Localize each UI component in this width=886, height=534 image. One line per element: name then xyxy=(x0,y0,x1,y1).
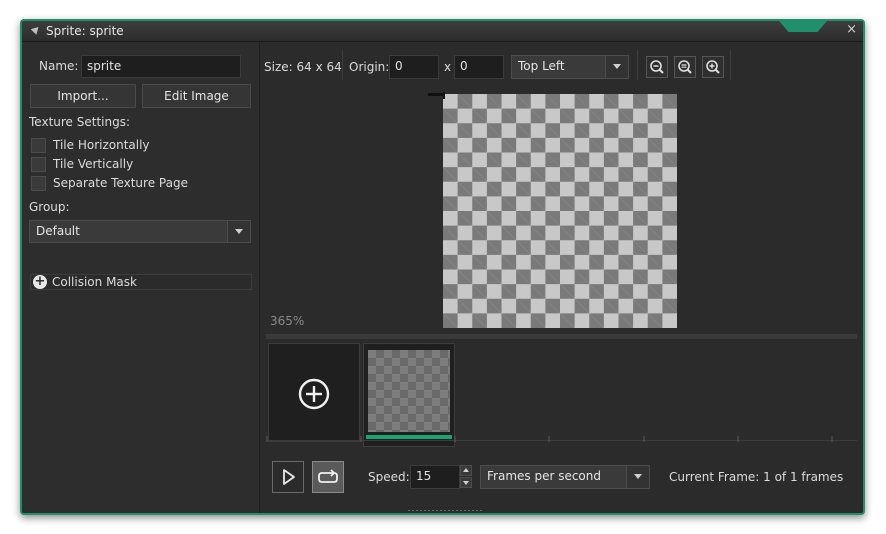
origin-preset-dropdown[interactable]: Top Left xyxy=(511,55,629,79)
speed-label: Speed: xyxy=(368,470,410,484)
origin-marker-horizontal[interactable] xyxy=(428,93,443,96)
zoom-reset-icon xyxy=(678,60,692,74)
loop-toggle-button[interactable] xyxy=(312,461,344,493)
frame-strip xyxy=(266,343,857,451)
origin-separator: x xyxy=(444,60,452,74)
speed-input[interactable]: 15 xyxy=(410,465,460,489)
edit-image-button[interactable]: Edit Image xyxy=(142,84,251,108)
zoom-level: 365% xyxy=(270,314,305,328)
current-frame-readout: Current Frame: 1 of 1 frames xyxy=(669,470,844,484)
tile-vertically-checkbox[interactable] xyxy=(31,157,46,172)
name-input[interactable]: sprite xyxy=(81,55,241,78)
play-button[interactable] xyxy=(272,461,304,493)
origin-marker-vertical[interactable] xyxy=(443,92,445,99)
properties-panel: Name: sprite Import... Edit Image Textur… xyxy=(22,42,260,513)
collision-mask-label: Collision Mask xyxy=(52,275,137,289)
timeline-ticks xyxy=(266,436,833,442)
sprite-toolbar: Size: 64 x 64 Origin: 0 x 0 Top Left xyxy=(260,42,863,92)
frame-thumbnail[interactable] xyxy=(363,343,455,447)
speed-increment-icon[interactable] xyxy=(460,465,472,476)
canvas-scrollbar[interactable] xyxy=(266,334,857,339)
separate-texture-page-label: Separate Texture Page xyxy=(53,176,188,190)
origin-label: Origin: xyxy=(349,60,390,74)
zoom-in-icon xyxy=(706,60,720,74)
name-label: Name: xyxy=(39,59,79,73)
window-title: Sprite: sprite xyxy=(46,24,124,38)
close-icon[interactable]: × xyxy=(846,23,857,37)
speed-stepper[interactable] xyxy=(460,465,474,489)
play-icon xyxy=(283,469,295,485)
divider xyxy=(342,50,343,80)
chevron-down-icon[interactable] xyxy=(227,221,250,242)
origin-y-input[interactable]: 0 xyxy=(454,55,504,79)
texture-settings-heading: Texture Settings: xyxy=(29,115,131,129)
frame-preview xyxy=(368,350,450,432)
import-button[interactable]: Import... xyxy=(30,84,136,108)
resize-grip[interactable] xyxy=(407,509,482,512)
tile-horizontally-label: Tile Horizontally xyxy=(53,138,150,152)
separate-texture-page-checkbox[interactable] xyxy=(31,176,46,191)
zoom-in-button[interactable] xyxy=(702,56,724,78)
title-tab: Sprite: sprite xyxy=(22,21,802,41)
sprite-canvas[interactable]: 365% xyxy=(260,92,863,332)
zoom-reset-button[interactable] xyxy=(674,56,696,78)
group-label: Group: xyxy=(29,200,70,214)
add-frame-button[interactable] xyxy=(268,343,360,442)
speed-unit-dropdown[interactable]: Frames per second xyxy=(480,465,650,489)
speed-decrement-icon[interactable] xyxy=(460,477,472,488)
origin-x-input[interactable]: 0 xyxy=(389,55,439,79)
loop-icon xyxy=(318,469,338,483)
sprite-editor-window: Sprite: sprite × Name: sprite Import... … xyxy=(20,19,865,515)
tile-horizontally-checkbox[interactable] xyxy=(31,138,46,153)
chevron-down-icon[interactable] xyxy=(605,56,628,78)
group-dropdown[interactable]: Default xyxy=(29,220,251,243)
add-circle-icon xyxy=(298,378,330,410)
collapse-arrow-icon[interactable] xyxy=(30,24,42,35)
size-readout: Size: 64 x 64 xyxy=(264,60,342,74)
speed-unit-value: Frames per second xyxy=(487,469,601,483)
title-bar[interactable]: Sprite: sprite × xyxy=(22,21,863,42)
expand-plus-icon[interactable]: + xyxy=(33,275,47,289)
zoom-out-icon xyxy=(650,60,664,74)
divider xyxy=(637,50,638,80)
chevron-down-icon[interactable] xyxy=(626,466,649,488)
frame-timeline[interactable] xyxy=(266,436,857,445)
zoom-out-button[interactable] xyxy=(646,56,668,78)
origin-preset-value: Top Left xyxy=(518,59,565,73)
group-dropdown-value: Default xyxy=(36,224,80,238)
divider xyxy=(730,50,731,80)
sprite-image-checkerboard[interactable] xyxy=(443,94,677,328)
collision-mask-section[interactable]: + Collision Mask xyxy=(30,274,252,290)
tile-vertically-label: Tile Vertically xyxy=(53,157,134,171)
